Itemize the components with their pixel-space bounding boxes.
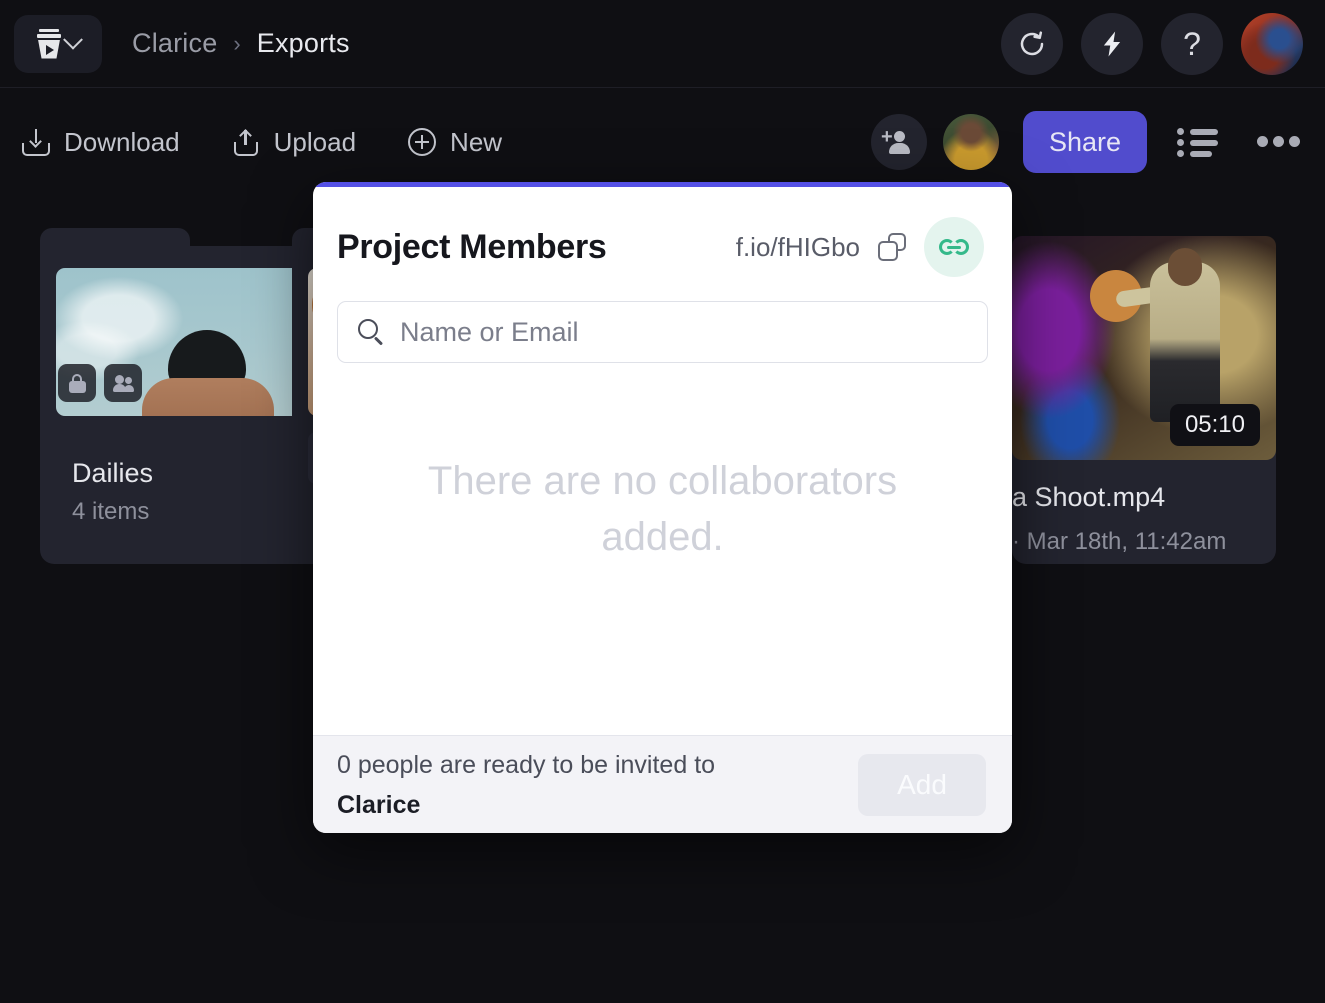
search-icon <box>358 319 384 345</box>
share-url[interactable]: f.io/fHIGbo <box>736 232 860 263</box>
action-bar-right: + Share <box>871 111 1325 173</box>
invite-summary: 0 people are ready to be invited to Clar… <box>337 745 715 825</box>
more-horizontal-icon[interactable] <box>1257 136 1301 148</box>
folder-subtitle: 4 items <box>72 498 149 526</box>
folder-title: Dailies <box>72 458 153 489</box>
list-view-icon[interactable] <box>1177 126 1219 158</box>
add-button-label: Add <box>897 769 947 801</box>
video-thumbnail: 05:10 <box>1012 236 1276 460</box>
share-button[interactable]: Share <box>1023 111 1147 173</box>
help-label: ? <box>1183 28 1201 60</box>
new-button[interactable]: New <box>408 127 502 158</box>
add-person-button[interactable]: + <box>871 114 927 170</box>
breadcrumb-root[interactable]: Clarice <box>132 28 217 59</box>
quick-actions-button[interactable] <box>1081 13 1143 75</box>
video-subtitle: · Mar 18th, 11:42am <box>1012 528 1226 556</box>
video-card[interactable]: 05:10 a Shoot.mp4 · Mar 18th, 11:42am <box>1012 236 1276 564</box>
top-bar-actions: ? <box>1001 13 1325 75</box>
breadcrumb-separator: › <box>233 31 240 57</box>
members-list-empty-state: There are no collaborators added. <box>313 363 1012 735</box>
search-box[interactable] <box>337 301 988 363</box>
members-badge[interactable] <box>104 364 142 402</box>
folder-badges <box>58 364 142 402</box>
refresh-button[interactable] <box>1001 13 1063 75</box>
video-duration-badge: 05:10 <box>1170 404 1260 446</box>
upload-button[interactable]: Upload <box>232 127 356 158</box>
project-members-modal: Project Members f.io/fHIGbo There are no… <box>313 182 1012 833</box>
breadcrumb: Clarice › Exports <box>132 28 350 59</box>
add-button[interactable]: Add <box>858 754 986 816</box>
plus-icon: + <box>881 127 893 147</box>
top-bar: Clarice › Exports ? <box>0 0 1325 88</box>
refresh-icon <box>1017 29 1047 59</box>
chevron-down-icon <box>63 29 83 49</box>
plus-circle-icon <box>408 128 436 156</box>
lock-badge[interactable] <box>58 364 96 402</box>
modal-header: Project Members f.io/fHIGbo <box>313 187 1012 277</box>
lock-icon <box>69 374 86 393</box>
copy-icon[interactable] <box>878 233 906 261</box>
app-root: Clarice › Exports ? <box>0 0 1325 1003</box>
group-icon <box>113 375 134 392</box>
lightning-bolt-icon <box>1097 29 1127 59</box>
modal-footer: 0 people are ready to be invited to Clar… <box>313 735 1012 833</box>
empty-state-message: There are no collaborators added. <box>428 453 898 565</box>
download-button[interactable]: Download <box>22 127 180 158</box>
invite-summary-text: 0 people are ready to be invited to <box>337 751 715 779</box>
download-icon <box>22 128 50 156</box>
invite-project-name: Clarice <box>337 791 420 819</box>
link-icon <box>939 239 969 255</box>
upload-label: Upload <box>274 127 356 158</box>
search-section <box>313 277 1012 363</box>
collaborator-avatar[interactable] <box>943 114 999 170</box>
breadcrumb-current[interactable]: Exports <box>257 28 350 59</box>
modal-header-actions: f.io/fHIGbo <box>736 217 984 277</box>
folder-card-dailies[interactable]: Dailies 4 items <box>40 246 320 564</box>
video-title: a Shoot.mp4 <box>1012 482 1165 513</box>
search-input[interactable] <box>400 317 967 348</box>
modal-title: Project Members <box>337 228 607 267</box>
action-bar: Download Upload New + Share <box>0 88 1325 196</box>
share-label: Share <box>1049 127 1121 158</box>
upload-icon <box>232 128 260 156</box>
new-label: New <box>450 127 502 158</box>
link-settings-button[interactable] <box>924 217 984 277</box>
folder-tab <box>40 228 190 252</box>
workspace-switcher-button[interactable] <box>14 15 102 73</box>
help-button[interactable]: ? <box>1161 13 1223 75</box>
cup-play-icon <box>36 29 62 59</box>
download-label: Download <box>64 127 180 158</box>
avatar[interactable] <box>1241 13 1303 75</box>
